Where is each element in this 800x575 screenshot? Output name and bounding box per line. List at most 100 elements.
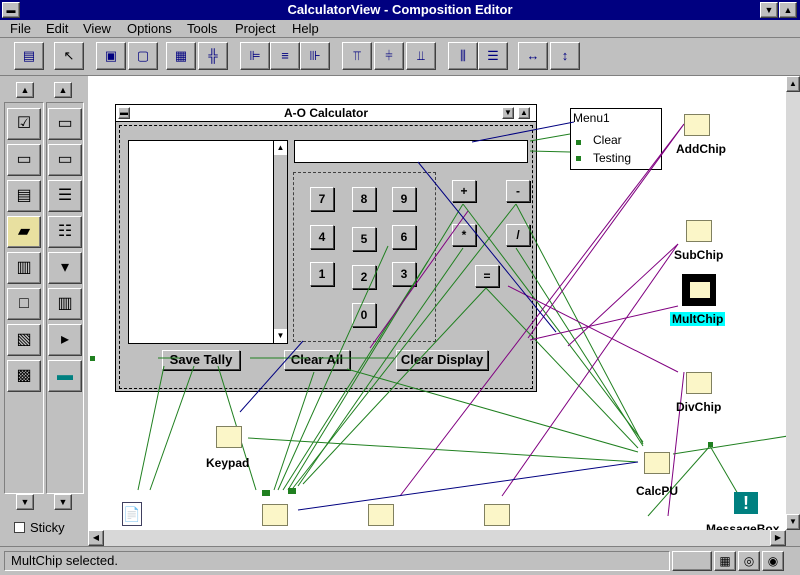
connection-line[interactable] — [297, 247, 464, 487]
connection-endpoint[interactable] — [708, 442, 713, 447]
align-center-icon[interactable]: ≡ — [270, 42, 300, 70]
connection-line[interactable] — [239, 340, 304, 413]
multchip-icon[interactable] — [682, 274, 716, 306]
part-toggle-button-icon[interactable]: ▭ — [48, 144, 82, 176]
part-listbox-icon[interactable]: ☰ — [48, 180, 82, 212]
connection-line[interactable] — [471, 121, 575, 143]
maximize-button[interactable]: ▲ — [779, 2, 797, 18]
vertical-scrollbar[interactable]: ▲ ▼ — [786, 76, 800, 530]
align-top-icon[interactable]: ⫪ — [342, 42, 372, 70]
connection-line[interactable] — [302, 287, 487, 485]
connection-line[interactable] — [529, 150, 571, 153]
multchip-puzzle-shape — [690, 282, 710, 298]
connection-line[interactable] — [527, 123, 685, 339]
menu-edit[interactable]: Edit — [46, 21, 68, 36]
palette-categories-scroll-down[interactable]: ▼ — [16, 494, 34, 510]
category-checkbox-icon[interactable]: ☑ — [7, 108, 41, 140]
match-width-icon[interactable]: ↔ — [518, 42, 548, 70]
palette-parts-scroll-down[interactable]: ▼ — [54, 494, 72, 510]
connection-line[interactable] — [529, 133, 571, 142]
distribute-vertical-icon[interactable]: ☰ — [478, 42, 508, 70]
scroll-right-icon[interactable]: ▶ — [770, 530, 786, 546]
menu-project[interactable]: Project — [235, 21, 275, 36]
settings-tool-icon[interactable]: ▤ — [14, 42, 44, 70]
part-multi-list-icon[interactable]: ☷ — [48, 216, 82, 248]
menu-file[interactable]: File — [10, 21, 31, 36]
messagebox-warning-icon[interactable]: ! — [734, 492, 758, 514]
connection-line[interactable] — [515, 247, 644, 447]
category-list-icon[interactable]: ▤ — [7, 180, 41, 212]
addchip-icon[interactable] — [684, 114, 710, 136]
connection-line[interactable] — [462, 203, 644, 443]
minimize-button[interactable]: ▼ — [760, 2, 778, 18]
connection-line[interactable] — [137, 365, 165, 491]
calcpu-icon[interactable] — [644, 452, 670, 474]
align-bottom-icon[interactable]: ⫫ — [406, 42, 436, 70]
connection-line[interactable] — [346, 368, 639, 453]
match-height-icon[interactable]: ↕ — [550, 42, 580, 70]
connection-line[interactable] — [485, 287, 639, 449]
connection-line[interactable] — [277, 245, 389, 491]
title-bar: ▬ CalculatorView - Composition Editor ▼ … — [0, 0, 800, 20]
keypad-icon[interactable] — [216, 426, 242, 448]
subchip-icon[interactable] — [686, 220, 712, 242]
part-container-details-icon[interactable]: ▥ — [48, 288, 82, 320]
connection-line[interactable] — [672, 435, 786, 455]
part-button-icon[interactable]: ▭ — [48, 108, 82, 140]
unnamed-part-icon-2[interactable] — [368, 504, 394, 526]
menu-help[interactable]: Help — [292, 21, 319, 36]
connection-line[interactable] — [282, 260, 429, 491]
sticky-checkbox[interactable] — [14, 522, 25, 533]
part-combobox-icon[interactable]: ▾ — [48, 252, 82, 284]
part-text-icon[interactable]: ▬ — [48, 360, 82, 392]
scroll-left-icon[interactable]: ◀ — [88, 530, 104, 546]
status-clock-icon[interactable]: ◎ — [738, 551, 760, 571]
document-icon[interactable]: 📄 — [122, 502, 142, 526]
connection-line[interactable] — [297, 461, 639, 511]
align-right-icon[interactable]: ⊪ — [300, 42, 330, 70]
connection-line[interactable] — [507, 285, 679, 373]
connection-line[interactable] — [417, 161, 557, 333]
connection-line[interactable] — [709, 445, 739, 495]
system-menu-button[interactable]: ▬ — [2, 2, 20, 18]
horizontal-scrollbar[interactable]: ◀ ▶ — [88, 530, 786, 546]
category-nonvisual-icon[interactable]: ▧ — [7, 324, 41, 356]
distribute-horizontal-icon[interactable]: ⫼ — [448, 42, 478, 70]
unnamed-part-icon-1[interactable] — [262, 504, 288, 526]
palette-categories-scroll-up[interactable]: ▲ — [16, 82, 34, 98]
status-clock-icon-2[interactable]: ◉ — [762, 551, 784, 571]
pointer-tool-icon[interactable]: ↖ — [54, 42, 84, 70]
category-container-icon[interactable]: ▥ — [7, 252, 41, 284]
connection-endpoint[interactable] — [90, 356, 95, 361]
connection-endpoint[interactable] — [262, 490, 270, 496]
connection-endpoint[interactable] — [576, 156, 581, 161]
connection-line[interactable] — [515, 203, 644, 445]
window-title: CalculatorView - Composition Editor — [287, 2, 513, 17]
free-form-surface[interactable]: ▬ A-O Calculator ▼ ▲ ▲ ▼ 7 8 9 4 5 6 1 2… — [88, 76, 786, 530]
wrap-part-tool-icon[interactable]: ▢ — [128, 42, 158, 70]
category-frame-icon[interactable]: ▭ — [7, 144, 41, 176]
status-grid-icon[interactable]: ▦ — [714, 551, 736, 571]
add-part-tool-icon[interactable]: ▣ — [96, 42, 126, 70]
align-middle-icon[interactable]: ⫩ — [374, 42, 404, 70]
divchip-icon[interactable] — [686, 372, 712, 394]
menu-tools[interactable]: Tools — [187, 21, 217, 36]
connection-line[interactable] — [149, 365, 195, 491]
connection-endpoint[interactable] — [288, 488, 296, 494]
category-model-icon[interactable]: ▩ — [7, 360, 41, 392]
connection-line[interactable] — [247, 437, 639, 463]
snap-grid-tool-icon[interactable]: ╬ — [198, 42, 228, 70]
scroll-up-icon[interactable]: ▲ — [786, 76, 800, 92]
scroll-down-icon[interactable]: ▼ — [786, 514, 800, 530]
connection-line[interactable] — [567, 243, 679, 347]
connection-endpoint[interactable] — [576, 140, 581, 145]
menu-view[interactable]: View — [83, 21, 111, 36]
unnamed-part-icon-3[interactable] — [484, 504, 510, 526]
part-spin-button-icon[interactable]: ▸ — [48, 324, 82, 356]
palette-parts-scroll-up[interactable]: ▲ — [54, 82, 72, 98]
category-folder-icon[interactable]: ▰ — [7, 216, 41, 248]
grid-tool-icon[interactable]: ▦ — [166, 42, 196, 70]
align-left-icon[interactable]: ⊫ — [240, 42, 270, 70]
category-window-icon[interactable]: □ — [7, 288, 41, 320]
menu-options[interactable]: Options — [127, 21, 172, 36]
